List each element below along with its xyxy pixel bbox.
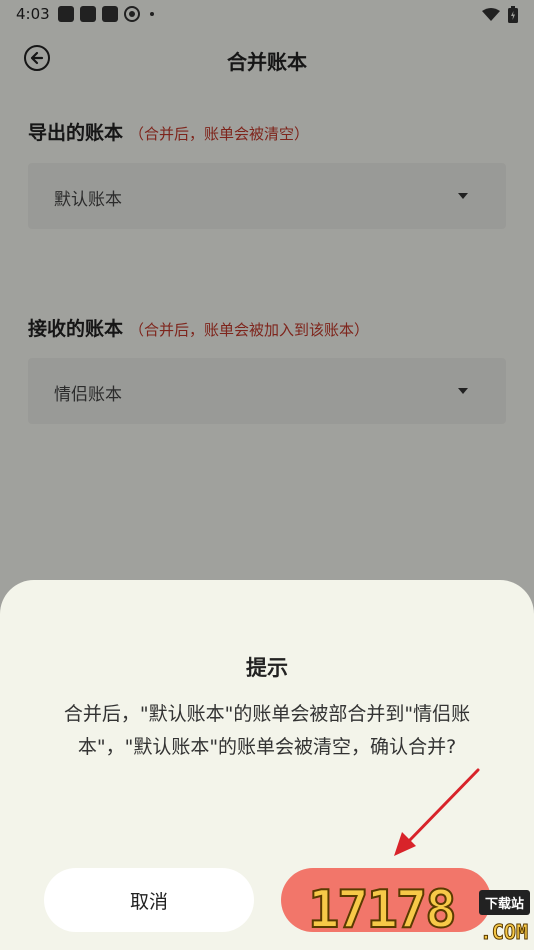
dialog-message: 合并后，"默认账本"的账单会被部合并到"情侣账本"，"默认账本"的账单会被清空，…: [63, 703, 471, 758]
cancel-button[interactable]: 取消: [44, 868, 254, 932]
watermark-suffix: .COM: [479, 920, 528, 945]
dialog-title: 提示: [246, 656, 288, 680]
watermark-number: 17178: [307, 879, 458, 941]
watermark-logo: 17178 下载站 .COM: [306, 876, 534, 950]
watermark-badge: 下载站: [478, 890, 530, 915]
